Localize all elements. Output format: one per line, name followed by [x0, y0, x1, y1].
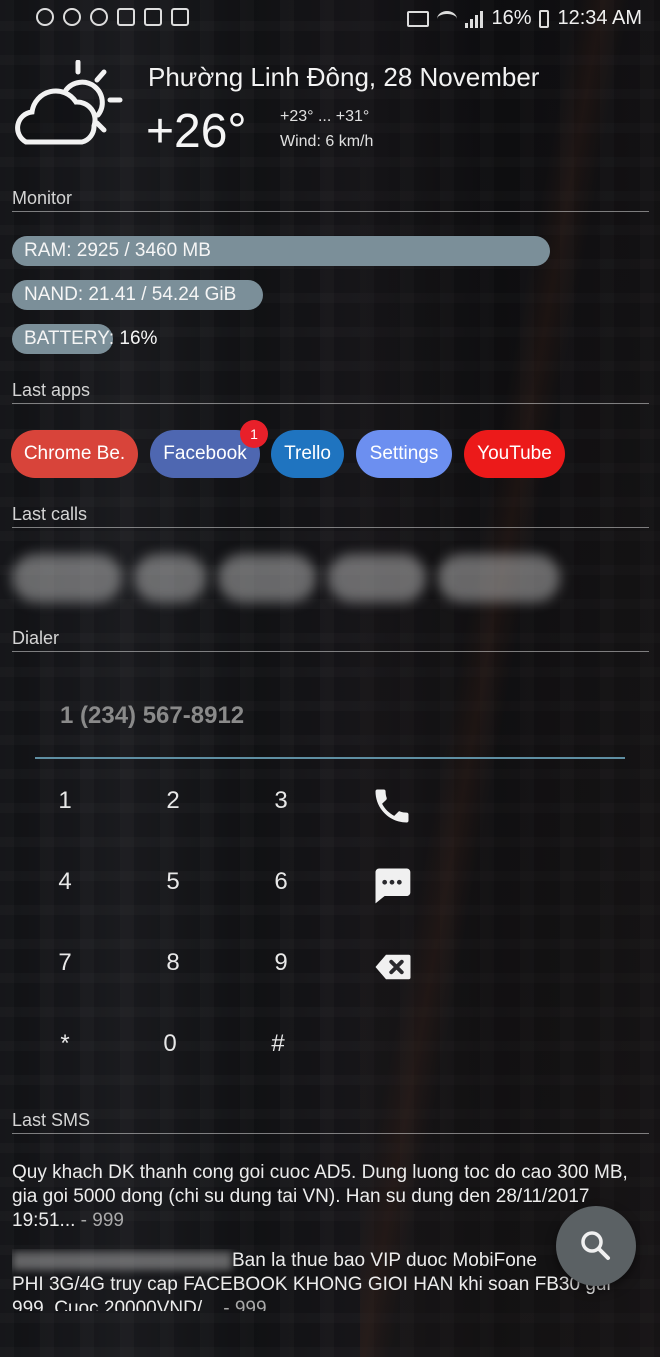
ram-bar[interactable]: RAM: 2925 / 3460 MB	[12, 236, 550, 266]
background-shade	[0, 0, 660, 1357]
search-fab-button[interactable]	[556, 1206, 636, 1286]
app-chip-settings[interactable]: Settings	[356, 430, 452, 478]
app-chip-youtube[interactable]: YouTube	[464, 430, 565, 478]
wifi-icon	[437, 10, 458, 27]
notification-icons	[36, 8, 189, 26]
monitor-title: Monitor	[12, 188, 73, 208]
app-chip-label: YouTube	[477, 443, 552, 464]
weather-temperature[interactable]: +26°	[146, 104, 247, 159]
cast-icon	[407, 10, 430, 27]
system-icons: 16% 12:34 AM	[407, 7, 642, 30]
sms-sender: - 999	[217, 1298, 267, 1311]
dial-key-star[interactable]: *	[35, 1030, 95, 1058]
weather-temp-range: +23° ... +31°	[280, 108, 370, 125]
call-chip-blurred[interactable]	[218, 554, 316, 602]
sms-sender: - 999	[75, 1210, 124, 1231]
backspace-icon[interactable]	[372, 946, 416, 990]
last-apps-title: Last apps	[12, 380, 91, 400]
app-chip-label: Chrome Be.	[23, 443, 126, 464]
last-calls-title: Last calls	[12, 504, 88, 524]
call-chip-blurred[interactable]	[438, 554, 560, 602]
phone-icon[interactable]	[370, 784, 414, 828]
app-chip-trello[interactable]: Trello	[271, 430, 344, 478]
signal-icon	[465, 10, 484, 28]
ram-value: 2925 / 3460 MB	[76, 240, 211, 261]
sms-text-continued: PHI 3G/4G truy cap FACEBOOK KHONG GIOI H…	[12, 1274, 611, 1311]
dial-key-0[interactable]: 0	[140, 1030, 200, 1058]
flag-icon	[144, 8, 162, 26]
section-divider	[12, 651, 649, 652]
dial-key-4[interactable]: 4	[35, 868, 95, 896]
sms-blurred-prefix	[12, 1251, 232, 1270]
nand-value: 21.41 / 54.24 GiB	[88, 284, 237, 305]
minus-circle-icon	[90, 8, 108, 26]
dial-key-hash[interactable]: #	[248, 1030, 308, 1058]
twitter-icon	[117, 8, 135, 26]
search-icon	[581, 1231, 610, 1260]
dial-input-underline	[35, 757, 625, 759]
dial-key-2[interactable]: 2	[143, 787, 203, 815]
section-divider	[12, 403, 649, 404]
app-chip-label: Settings	[369, 443, 439, 464]
sms-text: Ban la thue bao VIP duoc MobiFone	[232, 1250, 537, 1271]
section-divider	[12, 1133, 649, 1134]
clock: 12:34 AM	[557, 7, 642, 29]
notification-badge: 1	[240, 420, 268, 448]
app-chip-label: Facebook	[163, 443, 247, 464]
status-bar: 16% 12:34 AM	[0, 0, 660, 38]
messenger-icon	[36, 8, 54, 26]
call-chip-blurred[interactable]	[12, 554, 122, 602]
section-divider	[12, 211, 649, 212]
call-chip-blurred[interactable]	[328, 554, 426, 602]
battery-label: BATTERY:	[24, 328, 115, 349]
nand-label: NAND:	[24, 284, 84, 305]
chat-icon	[63, 8, 81, 26]
dial-number-input[interactable]: 1 (234) 567-8912	[60, 702, 244, 730]
app-chip-label: Trello	[284, 443, 331, 464]
battery-percent: 16%	[491, 7, 532, 29]
section-divider	[12, 527, 649, 528]
sms-item[interactable]: Ban la thue bao VIP duoc MobiFone PHI 3G…	[12, 1249, 642, 1311]
weather-wind: Wind: 6 km/h	[280, 133, 374, 150]
battery-icon	[539, 9, 550, 28]
play-store-icon	[171, 8, 189, 26]
dial-key-6[interactable]: 6	[251, 868, 311, 896]
dial-key-3[interactable]: 3	[251, 787, 311, 815]
message-icon[interactable]	[370, 863, 414, 907]
nand-bar[interactable]: NAND: 21.41 / 54.24 GiB	[12, 280, 263, 310]
call-chip-blurred[interactable]	[134, 554, 206, 602]
dial-key-9[interactable]: 9	[251, 949, 311, 977]
app-chip-facebook[interactable]: Facebook 1	[150, 420, 268, 478]
partly-cloudy-icon[interactable]	[12, 59, 124, 150]
dial-key-5[interactable]: 5	[143, 868, 203, 896]
dialer-title: Dialer	[12, 628, 60, 648]
sms-item[interactable]: Quy khach DK thanh cong goi cuoc AD5. Du…	[12, 1161, 642, 1233]
weather-location-date[interactable]: Phường Linh Đông, 28 November	[148, 62, 539, 93]
dial-key-1[interactable]: 1	[35, 787, 95, 815]
dial-key-7[interactable]: 7	[35, 949, 95, 977]
dial-key-8[interactable]: 8	[143, 949, 203, 977]
battery-bar[interactable]: BATTERY: 16%	[12, 324, 157, 354]
ram-label: RAM:	[24, 240, 72, 261]
last-sms-title: Last SMS	[12, 1110, 91, 1130]
app-chip-chrome-beta[interactable]: Chrome Be.	[11, 430, 138, 478]
battery-value: 16%	[119, 328, 158, 349]
